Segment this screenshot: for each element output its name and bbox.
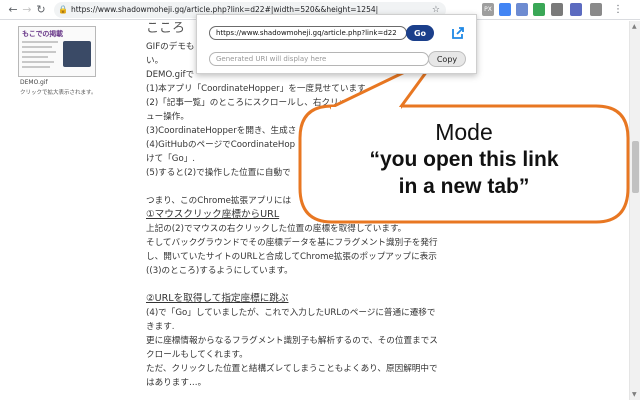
bookmark-star-icon[interactable]: ☆	[432, 5, 440, 15]
callout-description-line1: “you open this link	[369, 148, 559, 171]
address-bar-url: https://www.shadowmoheji.gq/article.php?…	[70, 5, 379, 14]
ext-extension-icon[interactable]	[570, 3, 582, 16]
article-line: きます.	[146, 322, 175, 332]
scrollbar-thumb[interactable]	[632, 141, 639, 193]
thumbnail-line	[22, 56, 48, 58]
thumbnail-dark-panel	[63, 41, 91, 67]
callout-mode-label: Mode	[435, 119, 493, 145]
article-line: 更に座標情報からなるフラグメント識別子も解析するので、その位置までス	[146, 336, 438, 346]
thumbnail-line	[22, 46, 52, 48]
forward-icon[interactable]: →	[20, 2, 34, 18]
open-in-new-tab-icon[interactable]	[450, 25, 466, 41]
image-caption: クリックで拡大表示されます。	[20, 90, 97, 96]
article-line: (4)で「Go」していましたが、これで入力したURLのページに普通に遷移で	[146, 308, 436, 318]
reload-icon[interactable]: ↻	[34, 2, 48, 18]
thumbnail-line	[22, 51, 56, 53]
page-scrollbar[interactable]: ▲ ▼	[629, 21, 640, 400]
article-line	[146, 278, 626, 292]
thumbnail-line	[22, 41, 58, 43]
article-line: (1)本アプリ「CoordinateHopper」を一度見せています	[146, 84, 366, 94]
callout-description-line2: in a new tab”	[398, 175, 530, 198]
scroll-down-icon[interactable]: ▼	[632, 391, 637, 398]
article-line: ①マウスクリック座標からURL	[146, 209, 280, 220]
extension-popup: https://www.shadowmoheji.gq/article.php?…	[196, 14, 477, 74]
image-name: DEMO.gif	[20, 79, 48, 86]
article-line: し、開いていたサイトのURLと合成してChrome拡張のポップアップに表示	[146, 252, 437, 262]
thumbnail-line	[22, 61, 54, 63]
article-line: クロールもしてくれます。	[146, 350, 248, 360]
article-line: ((3)のところ)するようにしています。	[146, 266, 293, 276]
ext-blue-square-icon[interactable]	[499, 3, 511, 16]
ext-green-icon[interactable]	[533, 3, 545, 16]
ext-pixel-icon[interactable]: PX	[482, 3, 494, 16]
article-line: (2)「記事一覧」のところにスクロールし、右クリッ メー	[146, 98, 368, 108]
article-line: ただ、クリックした位置と結構ズレてしまうこともよくあり、原因解明中で	[146, 364, 438, 374]
generated-uri-field[interactable]: Generated URI will display here	[209, 52, 429, 66]
back-icon[interactable]: ←	[6, 2, 20, 18]
url-input[interactable]: https://www.shadowmoheji.gq/article.php?…	[209, 26, 407, 40]
ext-doc-icon[interactable]	[516, 3, 528, 16]
demo-thumbnail[interactable]: もこでの掲載	[18, 26, 96, 77]
browser-menu-icon[interactable]: ⋮	[612, 3, 624, 16]
article-line: ②URLを取得して指定座標に跳ぶ	[146, 293, 289, 304]
article-line: はあります…。	[146, 378, 207, 388]
callout-text: Mode “you open this link in a new tab”	[316, 118, 612, 200]
copy-button[interactable]: Copy	[428, 51, 466, 67]
thumbnail-line	[22, 66, 50, 68]
article-body: こころ GIFのデモも い。 DEMO.gifで (1)本アプリ「Coordinate…	[146, 22, 626, 390]
lock-icon: 🔒	[58, 5, 68, 14]
thumbnail-title: もこでの掲載	[22, 30, 63, 38]
go-button[interactable]: Go	[406, 25, 434, 41]
article-line: そしてバックグラウンドでその座標データを基にフラグメント識別子を発行	[146, 238, 438, 248]
ext-camera-icon[interactable]	[551, 3, 563, 16]
scroll-up-icon[interactable]: ▲	[632, 23, 637, 30]
ext-grey-icon[interactable]	[590, 3, 602, 16]
article-line: 上記の(2)でマウスの右クリックした位置の座標を取得しています。	[146, 224, 407, 234]
